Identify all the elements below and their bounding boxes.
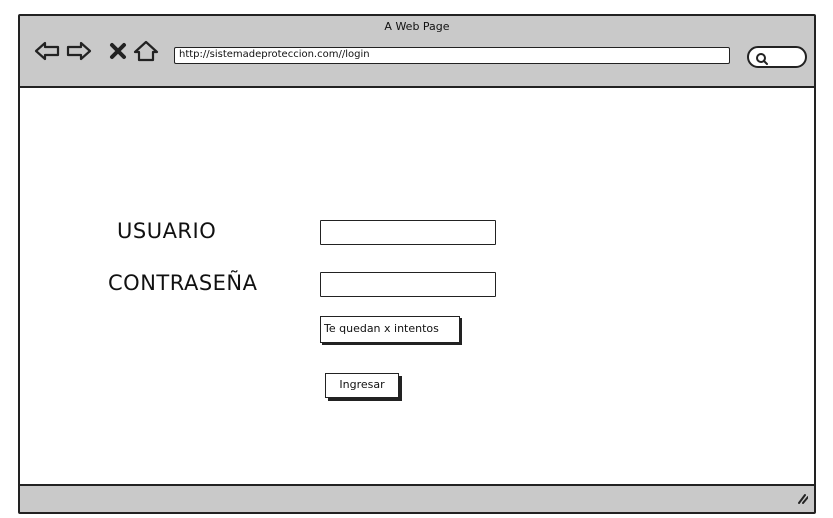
username-label: USUARIO [117, 219, 217, 243]
resize-handle-icon[interactable] [794, 489, 809, 508]
browser-window: A Web Page http://sistemadeproteccion.co… [18, 14, 816, 514]
search-icon [755, 51, 769, 70]
home-icon[interactable] [133, 40, 159, 62]
username-field[interactable] [320, 220, 496, 245]
close-icon[interactable] [109, 41, 127, 61]
status-bar [20, 484, 814, 512]
password-label: CONTRASEÑA [108, 271, 258, 295]
page-content: USUARIO CONTRASEÑA Te quedan x intentos … [20, 88, 814, 484]
search-button[interactable] [747, 46, 807, 68]
browser-toolbar: A Web Page http://sistemadeproteccion.co… [20, 16, 814, 88]
window-title: A Web Page [384, 20, 450, 33]
address-bar[interactable]: http://sistemadeproteccion.com//login [174, 47, 730, 64]
forward-arrow-icon[interactable] [66, 41, 92, 61]
attempts-notice: Te quedan x intentos [320, 316, 460, 343]
back-arrow-icon[interactable] [34, 41, 60, 61]
password-field[interactable] [320, 272, 496, 297]
submit-button[interactable]: Ingresar [325, 373, 399, 398]
